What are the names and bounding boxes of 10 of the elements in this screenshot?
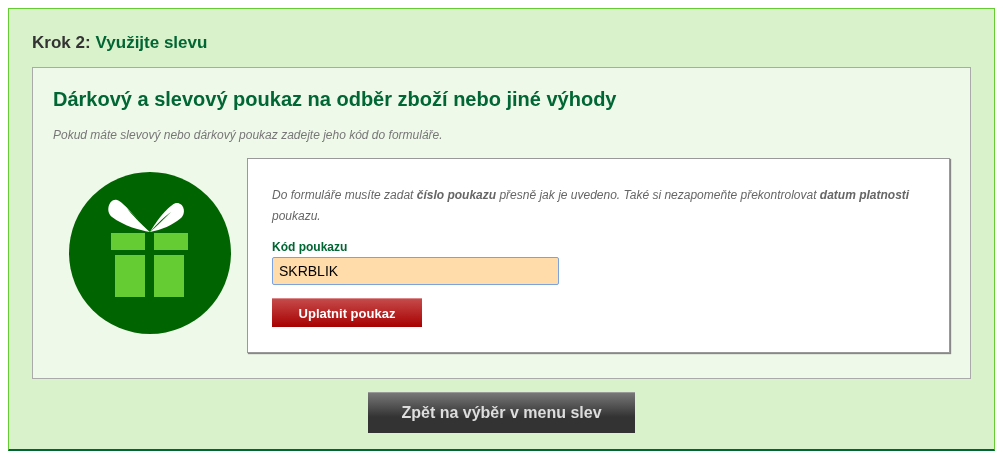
back-button[interactable]: Zpět na výběr v menu slev — [368, 392, 635, 433]
panel-title: Dárkový a slevový poukaz na odběr zboží nebo jiné výhody — [53, 88, 618, 111]
step-label: Krok 2: — [32, 33, 91, 53]
apply-voucher-button[interactable]: Uplatnit poukaz — [272, 298, 422, 327]
voucher-code-field[interactable]: SKRBLIK — [272, 257, 559, 285]
instructions-text: Do formuláře musíte zadat číslo poukazu přesně jak je uvedeno. Také si nezapomeňte překontrolovat datum platnosti poukazu. — [272, 187, 911, 225]
field-label: Kód poukazu — [272, 240, 349, 254]
gift-icon — [69, 172, 231, 334]
step-title: Využijte slevu — [95, 33, 208, 53]
intro-text: Pokud máte slevový nebo dárkový poukaz zadejte jeho kód do formuláře. — [53, 128, 444, 142]
